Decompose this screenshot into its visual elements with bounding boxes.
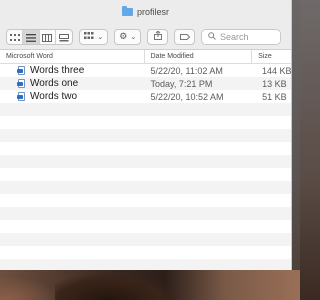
tag-button[interactable]	[174, 28, 195, 45]
list-view-icon[interactable]	[23, 29, 40, 44]
empty-row	[0, 116, 291, 129]
window-title: profilesr	[136, 7, 169, 17]
empty-row	[0, 194, 291, 207]
gallery-view-icon[interactable]	[56, 30, 72, 44]
word-document-icon	[17, 79, 25, 88]
file-date: 5/22/20, 11:02 AM	[150, 65, 223, 76]
file-date: Today, 7:21 PM	[150, 78, 213, 89]
tag-icon	[179, 32, 190, 42]
empty-row	[0, 155, 291, 168]
search-icon	[208, 31, 216, 42]
empty-row	[0, 181, 291, 194]
file-date: 5/22/20, 10:52 AM	[150, 91, 224, 102]
file-name: Words three	[30, 65, 85, 76]
toolbar: ⌄ ⚙ ⌄	[0, 24, 291, 50]
wallpaper-rock	[55, 274, 175, 300]
grid-view-icon[interactable]	[7, 29, 24, 44]
gear-icon: ⚙	[119, 31, 128, 41]
empty-row	[0, 220, 291, 233]
empty-row	[0, 129, 291, 142]
column-header-size[interactable]: Size	[252, 50, 291, 63]
file-list: Words three 5/22/20, 11:02 AM 144 KB Wor…	[0, 64, 291, 270]
file-name: Words two	[30, 91, 78, 102]
file-size: 13 KB	[262, 78, 287, 89]
wallpaper-rock-left	[0, 276, 60, 300]
word-document-icon	[17, 66, 25, 75]
empty-row	[0, 168, 291, 181]
search-input[interactable]	[220, 31, 280, 42]
folder-icon	[121, 6, 133, 16]
group-button[interactable]: ⌄	[79, 28, 109, 45]
word-document-icon	[17, 92, 25, 101]
empty-row	[0, 233, 291, 246]
empty-row	[0, 246, 291, 259]
empty-row	[0, 103, 291, 116]
action-button[interactable]: ⚙ ⌄	[114, 28, 142, 45]
chevron-down-icon: ⌄	[130, 33, 137, 41]
share-button[interactable]	[147, 28, 169, 45]
view-mode-segmented-control	[6, 28, 74, 45]
file-row[interactable]: Words one Today, 7:21 PM 13 KB	[0, 77, 291, 90]
empty-row	[0, 259, 291, 270]
group-icon	[84, 31, 94, 42]
title-bar[interactable]: profilesr	[0, 0, 291, 24]
column-view-icon[interactable]	[40, 29, 57, 44]
file-size: 51 KB	[262, 91, 287, 102]
file-name: Words one	[30, 78, 79, 89]
column-header-name[interactable]: Microsoft Word	[0, 50, 145, 63]
file-row[interactable]: Words three 5/22/20, 11:02 AM 144 KB	[0, 64, 291, 77]
desktop-wallpaper	[0, 270, 300, 300]
search-field[interactable]	[201, 28, 281, 45]
empty-row	[0, 207, 291, 220]
column-header-row: Microsoft Word Date Modified Size	[0, 50, 291, 64]
chevron-down-icon: ⌄	[97, 33, 104, 41]
empty-row	[0, 142, 291, 155]
share-icon	[153, 30, 162, 42]
finder-window: profilesr ⌄ ⚙ ⌄ Search Microsoft Word Da…	[0, 0, 292, 270]
file-row[interactable]: Words two 5/22/20, 10:52 AM 51 KB	[0, 90, 291, 103]
column-header-date-modified[interactable]: Date Modified	[145, 50, 253, 63]
file-size: 144 KB	[262, 65, 292, 76]
